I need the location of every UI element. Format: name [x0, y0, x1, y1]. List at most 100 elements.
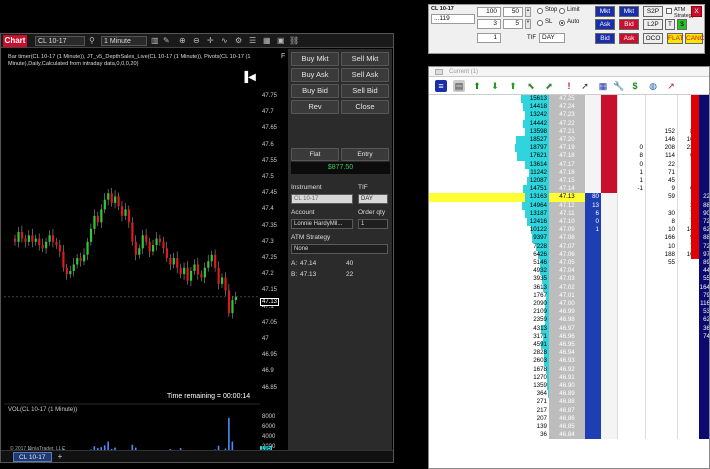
bid-cell[interactable] [585, 160, 601, 169]
ladder-row[interactable]: 4932 47.04 44 [429, 267, 709, 276]
bar-style-icon[interactable]: ▥ [151, 36, 159, 46]
ask-cell[interactable] [601, 414, 617, 423]
grid-icon[interactable]: ▦ [597, 80, 609, 92]
buy-market-button[interactable]: Buy Mkt [291, 52, 339, 66]
bid-cell[interactable] [585, 382, 601, 391]
bid-cell[interactable] [585, 185, 601, 194]
ladder-row[interactable]: 722847.07107772 [429, 242, 709, 251]
account-field[interactable]: ...119 [431, 14, 475, 24]
order-qty-input[interactable]: 1 [358, 219, 388, 229]
zoom-out-icon[interactable]: ⊖ [193, 36, 200, 46]
price-cell[interactable]: 47.21 [549, 127, 585, 136]
ask-cell[interactable] [601, 201, 617, 210]
search-icon[interactable]: ⚲ [89, 36, 95, 46]
bid-cell[interactable] [585, 431, 601, 440]
price-cell[interactable]: 46.96 [549, 332, 585, 341]
ladder-row[interactable]: 1879747.190208226 [429, 144, 709, 153]
ladder-row[interactable]: 1762147.18811460 [429, 152, 709, 161]
ladder-row[interactable]: 364 46.89 [429, 390, 709, 399]
ladder-row[interactable]: 217 46.87 [429, 406, 709, 415]
close-position-button[interactable]: Close [341, 100, 389, 114]
bid-cell[interactable] [585, 95, 601, 104]
bid-cell[interactable] [585, 324, 601, 333]
tif-dropdown[interactable]: DAY [539, 33, 565, 43]
buy-ask-button[interactable]: Ask [595, 19, 615, 30]
ask-cell[interactable] [601, 168, 617, 177]
instrument-field[interactable]: CL 10-17 [291, 194, 353, 204]
ask-cell[interactable] [601, 136, 617, 145]
price-cell[interactable]: 46.85 [549, 423, 585, 432]
ask-cell[interactable] [601, 324, 617, 333]
auto-radio[interactable] [559, 20, 565, 26]
price-cell[interactable]: 46.97 [549, 324, 585, 333]
bid-cell[interactable] [585, 267, 601, 276]
price-cell[interactable]: 46.95 [549, 341, 585, 350]
bid-cell[interactable] [585, 357, 601, 366]
bid-cell[interactable] [585, 127, 601, 136]
ask-cell[interactable] [601, 373, 617, 382]
bid-cell[interactable] [585, 300, 601, 309]
save-icon[interactable]: ▤ [453, 80, 465, 92]
reverse-button[interactable]: Rev [291, 100, 339, 114]
ask-cell[interactable] [601, 103, 617, 112]
price-cell[interactable]: 47.20 [549, 136, 585, 145]
ask-cell[interactable] [601, 406, 617, 415]
atm-strategy-checkbox[interactable] [666, 8, 672, 14]
ask-cell[interactable] [601, 177, 617, 186]
spin-down-icon[interactable]: ▼ [525, 19, 531, 29]
ask-cell[interactable] [601, 349, 617, 358]
ladder-row[interactable]: 1316347.138059522 [429, 193, 709, 202]
bid-cell[interactable] [585, 144, 601, 153]
price-cell[interactable]: 46.99 [549, 308, 585, 317]
bid-cell[interactable]: 0 [585, 218, 601, 227]
ladder-row[interactable]: 2828 46.94 [429, 349, 709, 358]
bid-cell[interactable] [585, 168, 601, 177]
price-cell[interactable]: 47.00 [549, 300, 585, 309]
ladder-row[interactable]: 1012247.0911014262 [429, 226, 709, 235]
collapse-arrow-icon[interactable]: ▐◀ [241, 72, 256, 83]
price-cell[interactable]: 47.04 [549, 267, 585, 276]
arrow-up-right-icon[interactable]: ⬈ [543, 80, 555, 92]
price-cell[interactable]: 47.15 [549, 177, 585, 186]
oco-button[interactable]: OCO [643, 33, 663, 44]
price-cell[interactable]: 47.08 [549, 234, 585, 243]
qty-preset-5[interactable]: 1 [477, 33, 501, 43]
price-cell[interactable]: 46.93 [549, 357, 585, 366]
bid-cell[interactable] [585, 283, 601, 292]
ladder-row[interactable]: 1678 46.92 [429, 365, 709, 374]
bid-cell[interactable] [585, 349, 601, 358]
bid-cell[interactable]: 13 [585, 201, 601, 210]
ask-cell[interactable] [601, 185, 617, 194]
price-cell[interactable]: 47.22 [549, 119, 585, 128]
price-cell[interactable]: 47.13 [549, 193, 585, 202]
ask-cell[interactable] [601, 390, 617, 399]
chart-tab[interactable]: CL 10-17 [13, 452, 52, 462]
atm-strategy-dropdown[interactable]: None [291, 244, 388, 254]
qty-preset-1[interactable]: 100 [477, 7, 501, 17]
ladder-row[interactable]: 1359 46.90 [429, 382, 709, 391]
price-cell[interactable]: 47.06 [549, 250, 585, 259]
bid-cell[interactable] [585, 242, 601, 251]
price-cell[interactable]: 46.90 [549, 382, 585, 391]
price-cell[interactable]: 46.92 [549, 365, 585, 374]
arrow-up-icon[interactable]: ⬆ [471, 80, 483, 92]
wrench-icon[interactable]: 🔧 [613, 80, 625, 92]
ask-cell[interactable] [601, 111, 617, 120]
bid-cell[interactable] [585, 234, 601, 243]
instrument-selector[interactable]: CL 10-17 [35, 36, 85, 46]
qty-preset-4[interactable]: 5 [503, 19, 523, 29]
spin-up-icon[interactable]: ▲ [525, 7, 531, 17]
sell-bid-button[interactable]: Bid [619, 19, 639, 30]
price-cell[interactable]: 46.84 [549, 431, 585, 440]
indicators-icon[interactable]: ∿ [221, 36, 228, 46]
ask-cell[interactable] [601, 275, 617, 284]
sell-ask-button[interactable]: Ask [619, 33, 639, 44]
ask-cell[interactable] [601, 316, 617, 325]
s2p-button[interactable]: S2P [643, 6, 663, 17]
ask-cell[interactable] [601, 341, 617, 350]
cancel-button[interactable]: CANC [685, 33, 704, 44]
ask-cell[interactable] [601, 431, 617, 440]
ladder-row[interactable]: 939747.081669288 [429, 234, 709, 243]
ask-cell[interactable] [601, 160, 617, 169]
l2p-button[interactable]: L2P [643, 19, 663, 30]
